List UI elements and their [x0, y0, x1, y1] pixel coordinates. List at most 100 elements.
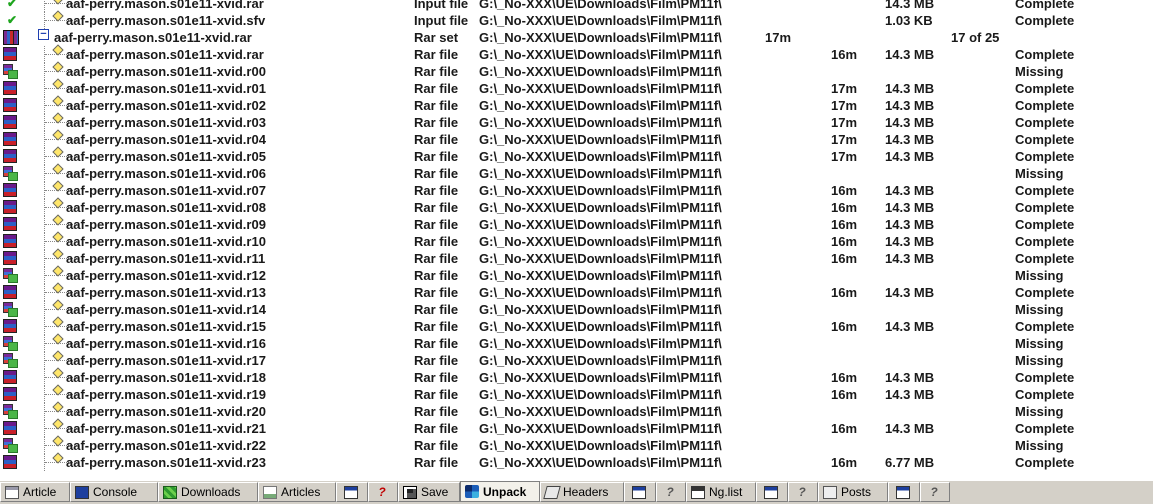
tab-headers[interactable]: Headers: [540, 482, 624, 502]
file-size: 14.3 MB: [885, 115, 935, 130]
file-row[interactable]: aaf-perry.mason.s01e11-xvid.r16 Rar file G…: [0, 333, 1153, 352]
tab-[interactable]: ?: [920, 482, 950, 502]
file-row[interactable]: aaf-perry.mason.s01e11-xvid.r07 Rar file G…: [0, 180, 1153, 199]
file-name: aaf-perry.mason.s01e11-xvid.r13: [66, 285, 266, 300]
file-size: 14.3 MB: [885, 0, 935, 11]
file-status: Missing: [1015, 353, 1064, 368]
file-row[interactable]: aaf-perry.mason.s01e11-xvid.r00 Rar file G…: [0, 61, 1153, 80]
file-row[interactable]: aaf-perry.mason.s01e11-xvid.r09 Rar file G…: [0, 214, 1153, 233]
file-row[interactable]: aaf-perry.mason.s01e11-xvid.r04 Rar file G…: [0, 129, 1153, 148]
file-row[interactable]: aaf-perry.mason.s01e11-xvid.r05 Rar file G…: [0, 146, 1153, 165]
file-row[interactable]: aaf-perry.mason.s01e11-xvid.r22 Rar file G…: [0, 435, 1153, 454]
unpack-file-list[interactable]: ✔ aaf-perry.mason.s01e11-xvid.rar Input fi…: [0, 0, 1153, 480]
file-type: Input file: [414, 13, 469, 28]
file-status: Missing: [1015, 268, 1064, 283]
file-path: G:\_No-XXX\UE\Downloads\Film\PM11f\: [479, 132, 722, 147]
tab-label: Article: [23, 485, 57, 499]
file-path: G:\_No-XXX\UE\Downloads\Film\PM11f\: [479, 234, 722, 249]
file-type: Rar file: [414, 268, 459, 283]
tab-article[interactable]: Article: [0, 482, 70, 502]
file-row[interactable]: aaf-perry.mason.s01e11-xvid.r08 Rar file G…: [0, 197, 1153, 216]
file-size: 14.3 MB: [885, 387, 935, 402]
tab-unpack[interactable]: Unpack: [460, 481, 540, 502]
collapse-toggle-icon[interactable]: −: [38, 29, 49, 40]
rar-file-icon: [3, 455, 17, 469]
file-row[interactable]: aaf-perry.mason.s01e11-xvid.r10 Rar file G…: [0, 231, 1153, 250]
file-path: G:\_No-XXX\UE\Downloads\Film\PM11f\: [479, 285, 722, 300]
file-row[interactable]: aaf-perry.mason.s01e11-xvid.r06 Rar file G…: [0, 163, 1153, 182]
file-type: Rar file: [414, 404, 459, 419]
file-path: G:\_No-XXX\UE\Downloads\Film\PM11f\: [479, 98, 722, 113]
file-type: Rar file: [414, 234, 459, 249]
file-row[interactable]: aaf-perry.mason.s01e11-xvid.r11 Rar file G…: [0, 248, 1153, 267]
rar-file-icon: [3, 132, 17, 146]
file-row[interactable]: aaf-perry.mason.s01e11-xvid.r14 Rar file G…: [0, 299, 1153, 318]
tab-window-icon[interactable]: [624, 482, 656, 502]
file-status: Complete: [1015, 285, 1075, 300]
file-size: 14.3 MB: [885, 81, 935, 96]
file-path: G:\_No-XXX\UE\Downloads\Film\PM11f\: [479, 81, 722, 96]
file-name: aaf-perry.mason.s01e11-xvid.r03: [66, 115, 266, 130]
file-row[interactable]: ✔ aaf-perry.mason.s01e11-xvid.sfv Input fi…: [0, 10, 1153, 29]
tab-posts[interactable]: Posts: [818, 482, 888, 502]
file-row[interactable]: aaf-perry.mason.s01e11-xvid.r17 Rar file G…: [0, 350, 1153, 369]
file-row[interactable]: aaf-perry.mason.s01e11-xvid.r13 Rar file G…: [0, 282, 1153, 301]
file-name: aaf-perry.mason.s01e11-xvid.r19: [66, 387, 266, 402]
tab-window-icon[interactable]: [336, 482, 368, 502]
tab-[interactable]: ?: [368, 482, 398, 502]
window-icon: [344, 485, 358, 499]
file-age: 16m: [831, 183, 858, 198]
file-path: G:\_No-XXX\UE\Downloads\Film\PM11f\: [479, 302, 722, 317]
file-age: 16m: [831, 421, 858, 436]
tab-[interactable]: ?: [656, 482, 686, 502]
file-row[interactable]: aaf-perry.mason.s01e11-xvid.r20 Rar file G…: [0, 401, 1153, 420]
tab-label: Console: [93, 485, 138, 499]
file-age: 16m: [831, 47, 858, 62]
file-row[interactable]: aaf-perry.mason.s01e11-xvid.r19 Rar file G…: [0, 384, 1153, 403]
file-name: aaf-perry.mason.s01e11-xvid.r07: [66, 183, 266, 198]
tab-console[interactable]: Console: [70, 482, 158, 502]
file-size: 14.3 MB: [885, 234, 935, 249]
tab-downloads[interactable]: Downloads: [158, 482, 258, 502]
file-row[interactable]: aaf-perry.mason.s01e11-xvid.r02 Rar file G…: [0, 95, 1153, 114]
file-type: Rar file: [414, 353, 459, 368]
missing-rar-icon: [3, 336, 18, 351]
file-path: G:\_No-XXX\UE\Downloads\Film\PM11f\: [479, 268, 722, 283]
file-type: Rar file: [414, 319, 459, 334]
unpack-icon: [465, 485, 479, 498]
file-type: Rar file: [414, 421, 459, 436]
monitor-icon: [75, 485, 89, 499]
file-status: Complete: [1015, 200, 1075, 215]
file-row[interactable]: aaf-perry.mason.s01e11-xvid.rar Rar file G…: [0, 44, 1153, 63]
file-row[interactable]: aaf-perry.mason.s01e11-xvid.r15 Rar file G…: [0, 316, 1153, 335]
tab-window-icon[interactable]: [888, 482, 920, 502]
file-row[interactable]: aaf-perry.mason.s01e11-xvid.r21 Rar file G…: [0, 418, 1153, 437]
file-row[interactable]: aaf-perry.mason.s01e11-xvid.r18 Rar file G…: [0, 367, 1153, 386]
file-name: aaf-perry.mason.s01e11-xvid.r06: [66, 166, 266, 181]
file-type: Rar file: [414, 149, 459, 164]
file-name: aaf-perry.mason.s01e11-xvid.r14: [66, 302, 266, 317]
tab-window-icon[interactable]: [756, 482, 788, 502]
file-type: Rar file: [414, 183, 459, 198]
file-row[interactable]: aaf-perry.mason.s01e11-xvid.r03 Rar file G…: [0, 112, 1153, 131]
file-age: 16m: [831, 217, 858, 232]
tab-save[interactable]: Save: [398, 482, 460, 502]
tab-[interactable]: ?: [788, 482, 818, 502]
file-row[interactable]: aaf-perry.mason.s01e11-xvid.r12 Rar file G…: [0, 265, 1153, 284]
rar-file-icon: [3, 251, 17, 265]
file-status: Complete: [1015, 115, 1075, 130]
file-type: Rar set: [414, 30, 459, 45]
missing-rar-icon: [3, 64, 18, 79]
tab-ng-list[interactable]: Ng.list: [686, 482, 756, 502]
file-row[interactable]: ✔ aaf-perry.mason.s01e11-xvid.rar Input fi…: [0, 0, 1153, 12]
tab-articles[interactable]: Articles: [258, 482, 336, 502]
rar-file-icon: [3, 421, 17, 435]
file-row[interactable]: aaf-perry.mason.s01e11-xvid.r01 Rar file G…: [0, 78, 1153, 97]
file-age: 16m: [831, 387, 858, 402]
file-status: Missing: [1015, 404, 1064, 419]
file-path: G:\_No-XXX\UE\Downloads\Film\PM11f\: [479, 404, 722, 419]
rar-set-row[interactable]: − aaf-perry.mason.s01e11-xvid.rar Rar set G…: [0, 29, 1153, 46]
tab-label: Posts: [841, 485, 872, 499]
file-row[interactable]: aaf-perry.mason.s01e11-xvid.r23 Rar file G…: [0, 452, 1153, 471]
file-name: aaf-perry.mason.s01e11-xvid.r10: [66, 234, 266, 249]
